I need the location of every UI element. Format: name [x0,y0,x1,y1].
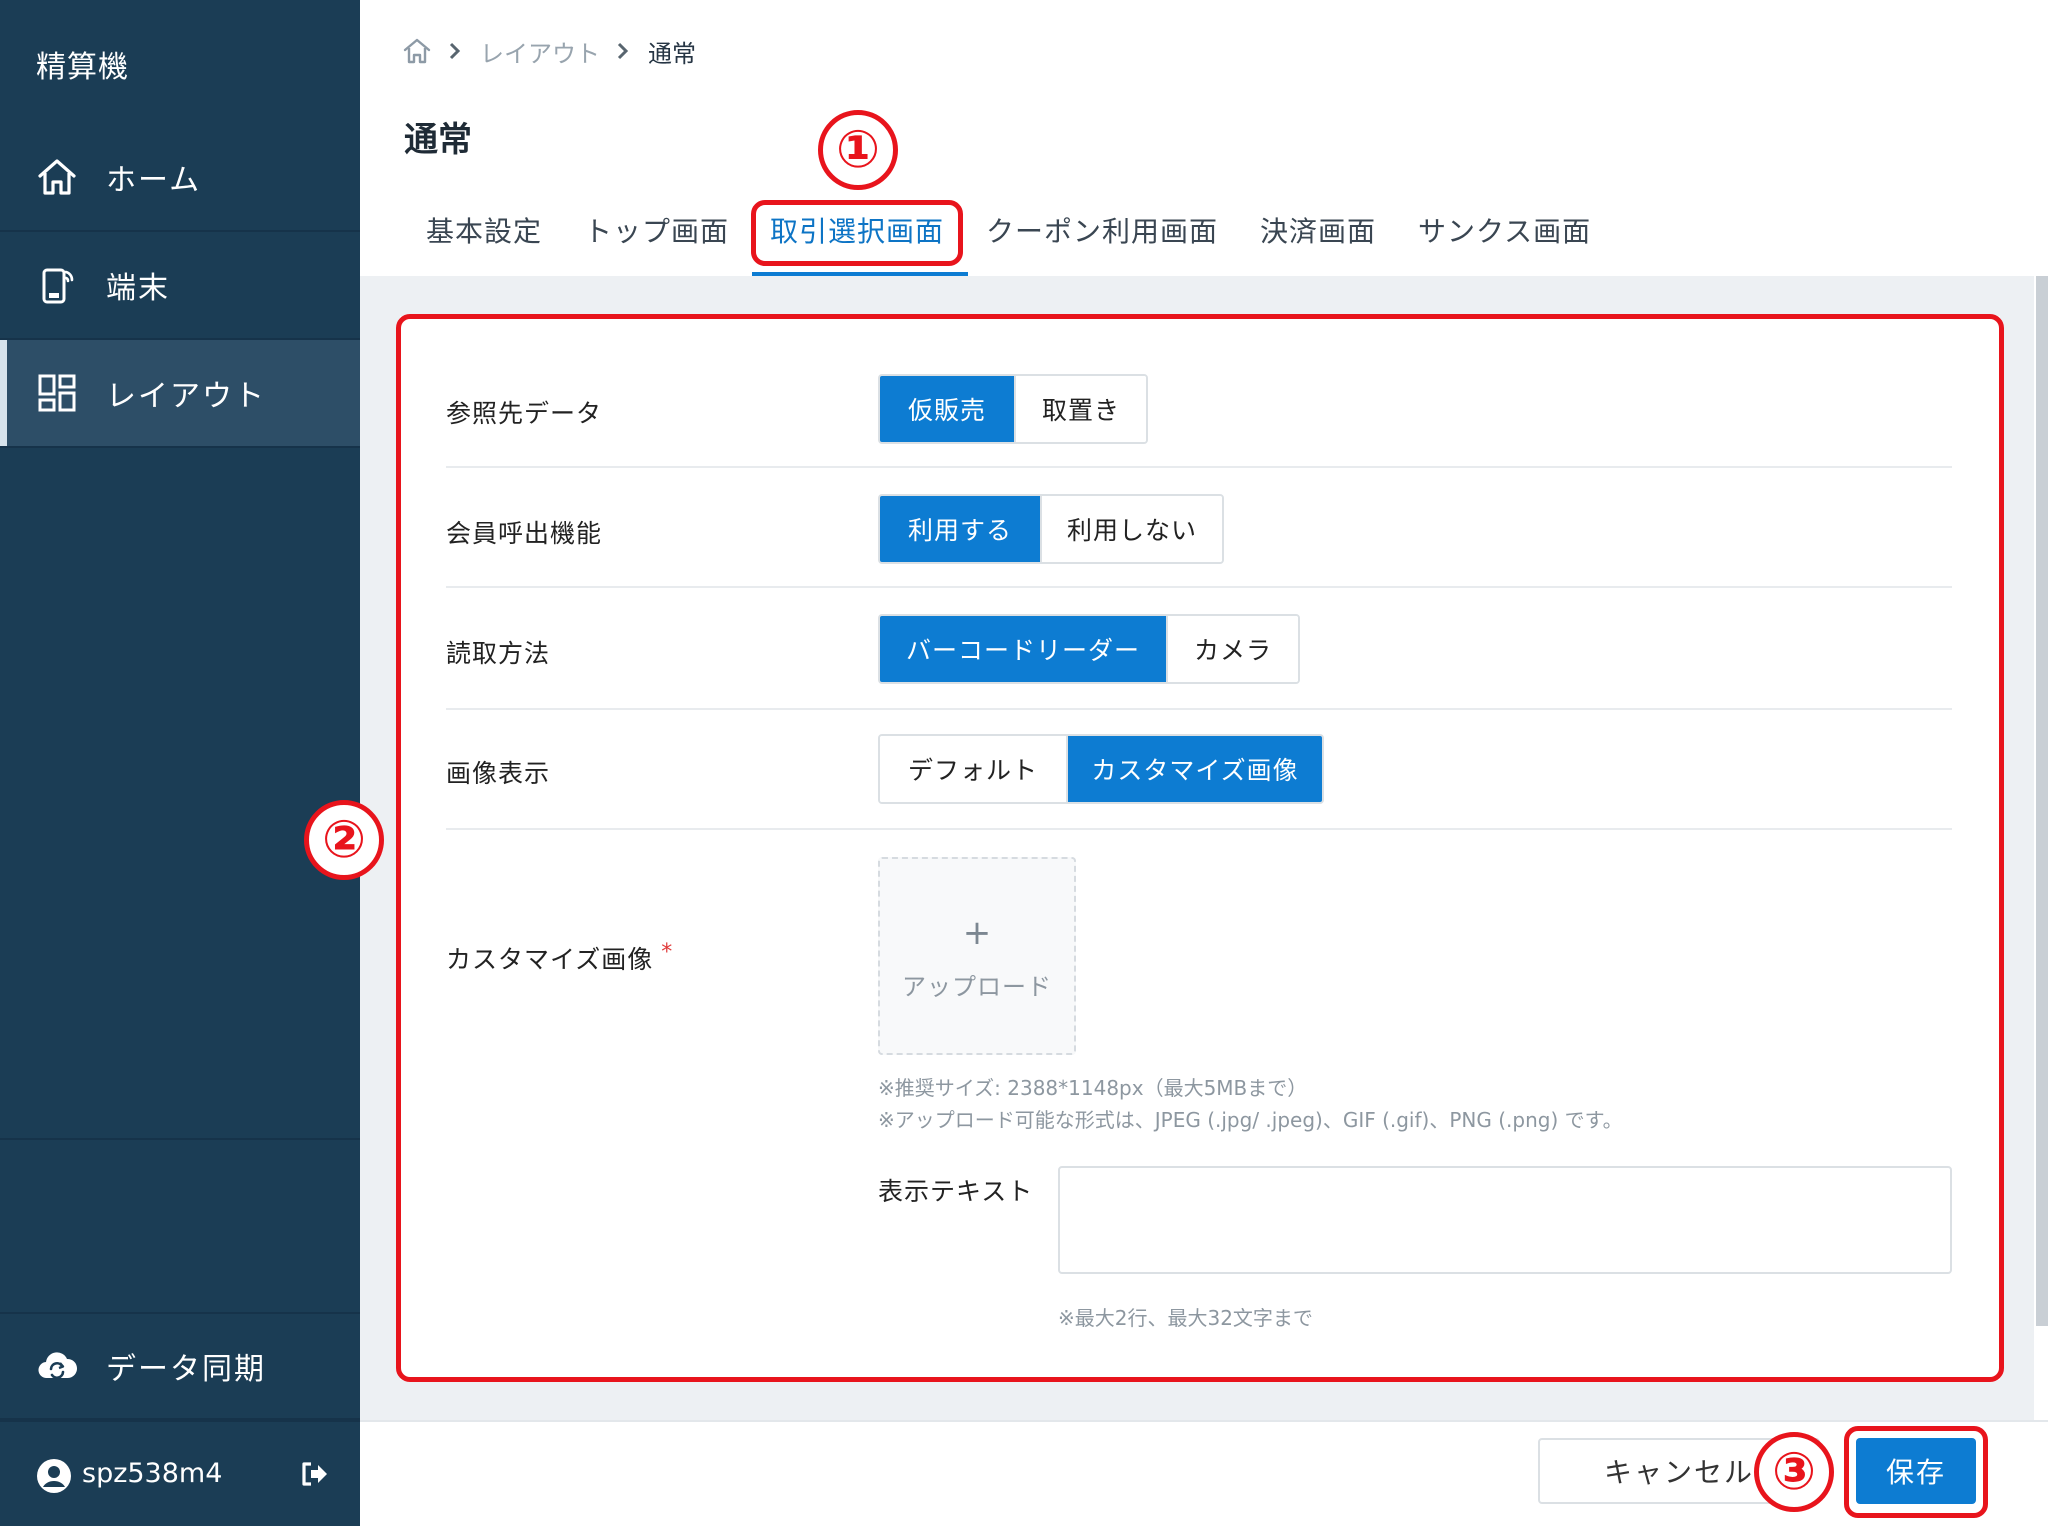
option-use[interactable]: 利用する [880,496,1040,562]
breadcrumb: レイアウト 通常 [402,34,696,68]
sidebar-item-device[interactable]: 端末 [0,232,360,340]
username: spz538m4 [82,1458,223,1489]
page-title: 通常 [404,120,472,160]
member-call-toggle: 利用する 利用しない [878,494,1224,564]
sidebar-item-label: データ同期 [106,1352,266,1387]
breadcrumb-link-layout[interactable]: レイアウト [480,34,600,69]
sidebar-item-layout[interactable]: レイアウト [0,340,360,448]
chevron-right-icon [449,42,461,60]
sidebar-item-label: レイアウト [106,379,266,414]
device-icon [42,268,74,304]
plus-icon: + [962,913,992,953]
option-provisional-sale[interactable]: 仮販売 [880,376,1014,442]
reading-method-toggle: バーコードリーダー カメラ [878,614,1300,684]
tab-coupon-screen[interactable]: クーポン利用画面 [986,210,1218,250]
upload-format-note: ※アップロード可能な形式は、JPEG (.jpg/ .jpeg)、GIF (.g… [878,1108,1623,1132]
annotation-number-3: ③ [1754,1432,1834,1512]
tab-payment-screen[interactable]: 決済画面 [1260,210,1376,250]
reference-data-label: 参照先データ [446,399,603,428]
image-display-label: 画像表示 [446,759,551,788]
tab-basic-settings[interactable]: 基本設定 [426,210,542,250]
scrollbar[interactable] [2036,276,2048,1326]
sidebar-item-data-sync[interactable]: データ同期 [0,1312,360,1420]
option-custom-image[interactable]: カスタマイズ画像 [1066,736,1322,802]
sidebar-item-label: 端末 [106,271,170,306]
reference-data-toggle: 仮販売 取置き [878,374,1148,444]
option-reservation[interactable]: 取置き [1014,376,1146,442]
home-icon [38,159,76,195]
layout-icon [38,374,76,412]
annotation-number-1: ① [818,110,898,190]
annotation-number-2: ② [304,800,384,880]
sidebar-item-home[interactable]: ホーム [0,124,360,232]
form-row-reference [446,316,1952,468]
cloud-sync-icon [38,1352,78,1379]
option-camera[interactable]: カメラ [1166,616,1298,682]
tab-top-screen[interactable]: トップ画面 [584,210,729,250]
upload-button[interactable]: + アップロード [878,857,1076,1055]
upload-label: アップロード [902,973,1052,1001]
breadcrumb-current: 通常 [648,39,696,68]
custom-image-label-text: カスタマイズ画像 [446,945,654,974]
custom-image-label: カスタマイズ画像 * [446,940,673,976]
option-not-use[interactable]: 利用しない [1040,496,1222,562]
app-title: 精算機 [36,50,129,85]
option-default[interactable]: デフォルト [880,736,1066,802]
chevron-right-icon [617,42,629,60]
tab-transaction-select[interactable]: 取引選択画面 [770,210,944,250]
user-circle-icon [37,1459,71,1493]
image-display-toggle: デフォルト カスタマイズ画像 [878,734,1324,804]
tab-thanks-screen[interactable]: サンクス画面 [1418,210,1591,250]
reading-method-label: 読取方法 [446,639,551,668]
logout-icon[interactable] [298,1458,330,1490]
user-row: spz538m4 [0,1420,360,1526]
required-mark: * [661,940,674,965]
home-icon[interactable] [402,36,432,66]
sidebar-item-label: ホーム [106,163,202,198]
display-text-input[interactable] [1058,1166,1952,1274]
option-barcode-reader[interactable]: バーコードリーダー [880,616,1166,682]
recommended-size-note: ※推奨サイズ: 2388*1148px（最大5MBまで） [878,1076,1308,1100]
member-call-label: 会員呼出機能 [446,519,603,548]
sidebar: 精算機 ホーム 端末 レイアウト データ同期 spz538m4 [0,0,360,1526]
save-button[interactable]: 保存 [1856,1438,1976,1504]
display-text-label: 表示テキスト [878,1177,1034,1206]
sidebar-divider [0,1138,360,1140]
display-text-note: ※最大2行、最大32文字まで [1058,1306,1313,1330]
